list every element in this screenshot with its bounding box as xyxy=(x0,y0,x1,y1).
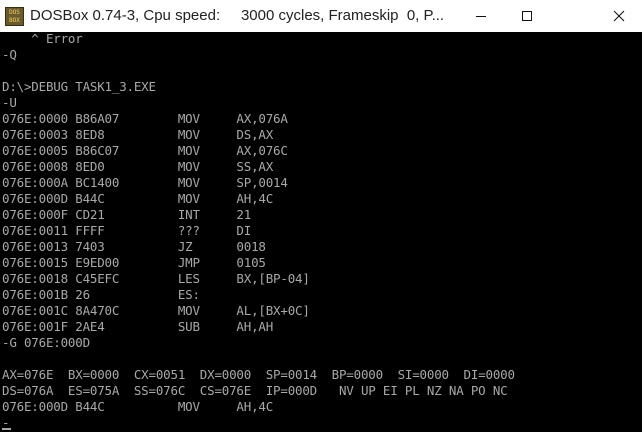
console-line: 076E:001F 2AE4 SUB AH,AH xyxy=(2,319,274,334)
close-button[interactable] xyxy=(596,0,642,32)
window-title: DOSBox 0.74-3, Cpu speed: 3000 cycles, F… xyxy=(30,7,445,24)
console-line: 076E:0015 E9ED00 JMP 0105 xyxy=(2,255,266,270)
console-line: ^ Error xyxy=(2,32,83,46)
close-icon xyxy=(613,10,625,22)
console-line: DS=076A ES=075A SS=076C CS=076E IP=000D … xyxy=(2,383,508,398)
console-line: 076E:001B 26 ES: xyxy=(2,287,200,302)
console-line: 076E:000D B44C MOV AH,4C xyxy=(2,191,274,206)
console-line: D:\>DEBUG TASK1_3.EXE xyxy=(2,79,156,94)
console-line: 076E:0011 FFFF ??? DI xyxy=(2,223,252,238)
maximize-button[interactable] xyxy=(504,0,550,32)
console-line: 076E:0000 B86A07 MOV AX,076A xyxy=(2,111,288,126)
dos-console[interactable]: ^ Error -Q D:\>DEBUG TASK1_3.EXE -U 076E… xyxy=(0,32,642,432)
window-titlebar[interactable]: DOS BOX DOSBox 0.74-3, Cpu speed: 3000 c… xyxy=(0,0,642,32)
dosbox-app-icon[interactable]: DOS BOX xyxy=(5,7,24,26)
maximize-icon xyxy=(522,11,532,21)
console-line: 076E:0003 8ED8 MOV DS,AX xyxy=(2,127,274,142)
minimize-button[interactable] xyxy=(458,0,504,32)
console-line: 076E:001C 8A470C MOV AL,[BX+0C] xyxy=(2,303,310,318)
console-line: -Q xyxy=(2,47,17,62)
console-line: 076E:000D B44C MOV AH,4C xyxy=(2,399,274,414)
console-line: AX=076E BX=0000 CX=0051 DX=0000 SP=0014 … xyxy=(2,367,515,382)
console-line: -U xyxy=(2,95,17,110)
console-line: 076E:000F CD21 INT 21 xyxy=(2,207,252,222)
console-line: 076E:0005 B86C07 MOV AX,076C xyxy=(2,143,288,158)
console-line: -G 076E:000D xyxy=(2,335,90,350)
console-line: 076E:0013 7403 JZ 0018 xyxy=(2,239,266,254)
console-line: 076E:0018 C45EFC LES BX,[BP-04] xyxy=(2,271,310,286)
console-line: 076E:000A BC1400 MOV SP,0014 xyxy=(2,175,288,190)
console-line: 076E:0008 8ED0 MOV SS,AX xyxy=(2,159,274,174)
minimize-icon xyxy=(476,16,486,17)
text-cursor xyxy=(2,428,11,430)
